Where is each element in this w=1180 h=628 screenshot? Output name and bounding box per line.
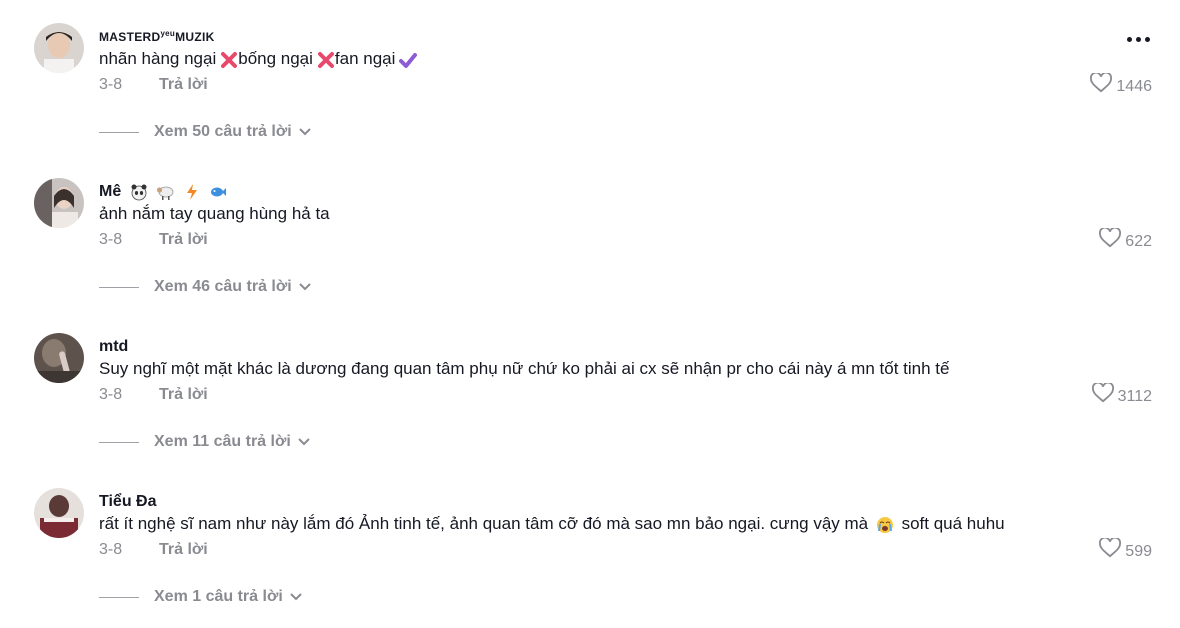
comment-text: ảnh nắm tay quang hùng hả ta	[99, 204, 330, 223]
comment-date: 3-8	[99, 386, 123, 403]
comment-date: 3-8	[99, 231, 123, 248]
text-part: nhãn hàng ngại	[99, 49, 217, 68]
avatar[interactable]	[34, 488, 84, 538]
comment-date: 3-8	[99, 541, 123, 558]
text-part: soft quá huhu	[901, 514, 1005, 533]
chevron-down-icon	[298, 127, 312, 137]
view-replies-button[interactable]: Xem 1 câu trả lời	[99, 588, 303, 606]
avatar[interactable]	[34, 23, 84, 73]
view-replies-label: Xem 50 câu trả lời	[154, 123, 292, 140]
check-mark-icon	[399, 51, 418, 69]
text-part: bống ngại	[238, 49, 313, 68]
sheep-icon	[156, 183, 174, 201]
heart-icon	[1099, 536, 1122, 565]
comment-meta: 3-8 Trả lời	[99, 385, 208, 405]
reply-button[interactable]: Trả lời	[159, 541, 208, 558]
comment-text: Suy nghĩ một mặt khác là dương đang quan…	[99, 359, 950, 378]
cross-mark-icon	[220, 51, 238, 69]
username-sup: yeu	[160, 29, 176, 38]
view-replies-label: Xem 1 câu trả lời	[154, 588, 283, 605]
username[interactable]: Tiểu Đa	[99, 492, 157, 512]
like-count: 599	[1125, 542, 1152, 560]
chevron-down-icon	[298, 282, 312, 292]
view-replies-label: Xem 46 câu trả lời	[154, 278, 292, 295]
username-tail: MUZIK	[175, 30, 215, 44]
comment-text: rất ít nghệ sĩ nam như này lắm đó Ảnh ti…	[99, 513, 1005, 535]
divider	[99, 286, 139, 288]
comment-date: 3-8	[99, 76, 123, 93]
comment-item: MASTERDyeuMUZIK nhãn hàng ngại bống ngại f…	[0, 23, 1180, 178]
like-count: 622	[1125, 232, 1152, 250]
reply-button[interactable]: Trả lời	[159, 231, 208, 248]
divider	[99, 441, 139, 443]
divider	[99, 596, 139, 598]
view-replies-button[interactable]: Xem 50 câu trả lời	[99, 123, 312, 141]
comment-text: nhãn hàng ngại bống ngại fan ngại	[99, 48, 418, 70]
avatar[interactable]	[34, 333, 84, 383]
username[interactable]: MASTERDyeuMUZIK	[99, 27, 215, 47]
like-button[interactable]: 1446	[1090, 71, 1152, 100]
crying-face-icon	[876, 516, 894, 534]
panda-icon	[130, 183, 148, 201]
comment-meta: 3-8 Trả lời	[99, 230, 208, 250]
reply-button[interactable]: Trả lời	[159, 386, 208, 403]
comment-item: Mê ảnh nắm tay quang hùng hả ta 3-8 Trả l…	[0, 178, 1180, 333]
heart-icon	[1091, 381, 1114, 410]
username-label: Mê	[99, 183, 122, 200]
view-replies-button[interactable]: Xem 11 câu trả lời	[99, 433, 311, 451]
heart-icon	[1090, 71, 1113, 100]
reply-button[interactable]: Trả lời	[159, 76, 208, 93]
username[interactable]: mtd	[99, 337, 128, 357]
comment-meta: 3-8 Trả lời	[99, 540, 208, 560]
lightning-icon	[183, 183, 201, 201]
like-button[interactable]: 3112	[1091, 381, 1152, 410]
like-count: 1446	[1116, 77, 1152, 95]
avatar[interactable]	[34, 178, 84, 228]
view-replies-label: Xem 11 câu trả lời	[154, 433, 291, 450]
text-part: rất ít nghệ sĩ nam như này lắm đó Ảnh ti…	[99, 514, 869, 533]
comment-meta: 3-8 Trả lời	[99, 75, 208, 95]
text-part: fan ngại	[334, 49, 396, 68]
heart-icon	[1099, 226, 1122, 255]
chevron-down-icon	[289, 592, 303, 602]
username[interactable]: Mê	[99, 182, 227, 202]
like-button[interactable]: 622	[1099, 226, 1152, 255]
like-button[interactable]: 599	[1099, 536, 1152, 565]
chevron-down-icon	[297, 437, 311, 447]
more-options-icon[interactable]	[1127, 37, 1150, 42]
comment-item: Tiểu Đa rất ít nghệ sĩ nam như này lắm đ…	[0, 488, 1180, 628]
divider	[99, 131, 139, 133]
like-count: 3112	[1117, 387, 1152, 405]
cross-mark-icon	[317, 51, 335, 69]
username-part: MASTERD	[99, 30, 161, 44]
comment-list: MASTERDyeuMUZIK nhãn hàng ngại bống ngại f…	[0, 0, 1180, 628]
fish-icon	[209, 183, 227, 201]
comment-item: mtd Suy nghĩ một mặt khác là dương đang …	[0, 333, 1180, 488]
view-replies-button[interactable]: Xem 46 câu trả lời	[99, 278, 312, 296]
